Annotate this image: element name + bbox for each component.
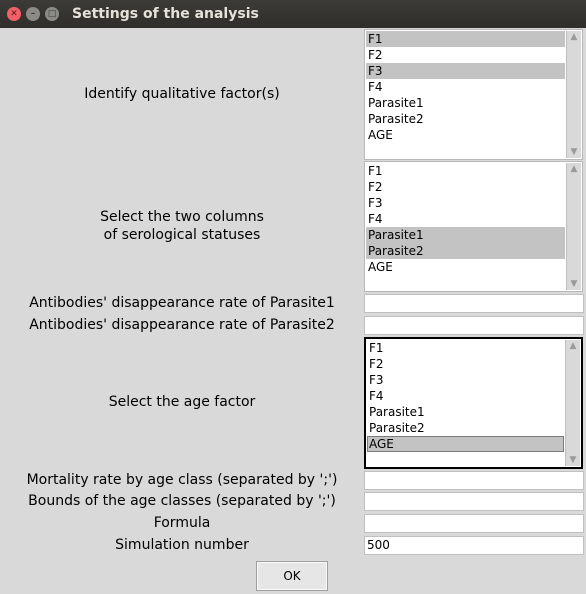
- close-icon[interactable]: ✕: [7, 7, 21, 21]
- rate-parasite2-input[interactable]: [364, 316, 584, 335]
- list-item[interactable]: F1: [366, 31, 565, 47]
- list-item[interactable]: AGE: [366, 127, 565, 143]
- age-bounds-input[interactable]: [364, 492, 584, 511]
- scroll-down-arrow-icon[interactable]: ▼: [567, 454, 579, 466]
- age-factor-label: Select the age factor: [108, 394, 256, 410]
- qualitative-factors-listbox[interactable]: F1 F2 F3 F4 Parasite1 Parasite2 AGE ▲ ▼: [364, 29, 583, 160]
- list-item[interactable]: Parasite1: [367, 404, 564, 420]
- serological-columns-items: F1 F2 F3 F4 Parasite1 Parasite2 AGE: [366, 163, 565, 275]
- list-item[interactable]: F2: [366, 179, 565, 195]
- list-item[interactable]: F1: [366, 163, 565, 179]
- scroll-down-arrow-icon[interactable]: ▼: [568, 278, 580, 290]
- scroll-up-arrow-icon[interactable]: ▲: [567, 340, 579, 352]
- list-item[interactable]: F4: [367, 388, 564, 404]
- list-item[interactable]: Parasite1: [366, 95, 565, 111]
- list-item[interactable]: F3: [366, 63, 565, 79]
- mortality-rate-input[interactable]: [364, 471, 584, 490]
- list-item[interactable]: F4: [366, 79, 565, 95]
- qualitative-factors-label: Identify qualitative factor(s): [84, 86, 280, 102]
- serological-label-line1: Select the two columns: [100, 209, 264, 225]
- formula-input[interactable]: [364, 514, 584, 533]
- list-item[interactable]: F2: [366, 47, 565, 63]
- simulation-number-label: Simulation number: [115, 537, 249, 553]
- scroll-down-arrow-icon[interactable]: ▼: [568, 146, 580, 158]
- scroll-up-arrow-icon[interactable]: ▲: [568, 31, 580, 43]
- simulation-number-input[interactable]: 500: [364, 536, 584, 555]
- serological-columns-listbox[interactable]: F1 F2 F3 F4 Parasite1 Parasite2 AGE ▲ ▼: [364, 161, 583, 292]
- list-item[interactable]: Parasite1: [366, 227, 565, 243]
- rate-parasite1-input[interactable]: [364, 294, 584, 313]
- age-factor-items: F1 F2 F3 F4 Parasite1 Parasite2 AGE: [367, 340, 564, 452]
- scrollbar[interactable]: ▲ ▼: [566, 163, 581, 290]
- minimize-icon[interactable]: –: [26, 7, 40, 21]
- list-item[interactable]: F2: [367, 356, 564, 372]
- list-item[interactable]: F3: [366, 195, 565, 211]
- list-item[interactable]: F1: [367, 340, 564, 356]
- list-item[interactable]: Parasite2: [367, 420, 564, 436]
- age-factor-listbox[interactable]: F1 F2 F3 F4 Parasite1 Parasite2 AGE ▲ ▼: [364, 337, 583, 469]
- list-item[interactable]: F3: [367, 372, 564, 388]
- list-item[interactable]: Parasite2: [366, 243, 565, 259]
- maximize-icon[interactable]: □: [45, 7, 59, 21]
- scroll-up-arrow-icon[interactable]: ▲: [568, 163, 580, 175]
- qualitative-factors-items: F1 F2 F3 F4 Parasite1 Parasite2 AGE: [366, 31, 565, 143]
- mortality-rate-label: Mortality rate by age class (separated b…: [26, 472, 338, 488]
- serological-label-line2: of serological statuses: [103, 227, 261, 243]
- ok-button[interactable]: OK: [256, 561, 328, 591]
- list-item[interactable]: F4: [366, 211, 565, 227]
- rate-parasite2-label: Antibodies' disappearance rate of Parasi…: [29, 317, 335, 333]
- age-bounds-label: Bounds of the age classes (separated by …: [28, 493, 336, 509]
- rate-parasite1-label: Antibodies' disappearance rate of Parasi…: [29, 295, 335, 311]
- list-item[interactable]: AGE: [366, 259, 565, 275]
- formula-label: Formula: [153, 515, 211, 531]
- scrollbar[interactable]: ▲ ▼: [566, 31, 581, 158]
- scrollbar[interactable]: ▲ ▼: [565, 340, 580, 466]
- list-item[interactable]: Parasite2: [366, 111, 565, 127]
- window-title: Settings of the analysis: [72, 6, 259, 22]
- title-bar: ✕ – □ Settings of the analysis: [0, 0, 586, 28]
- list-item[interactable]: AGE: [367, 436, 564, 452]
